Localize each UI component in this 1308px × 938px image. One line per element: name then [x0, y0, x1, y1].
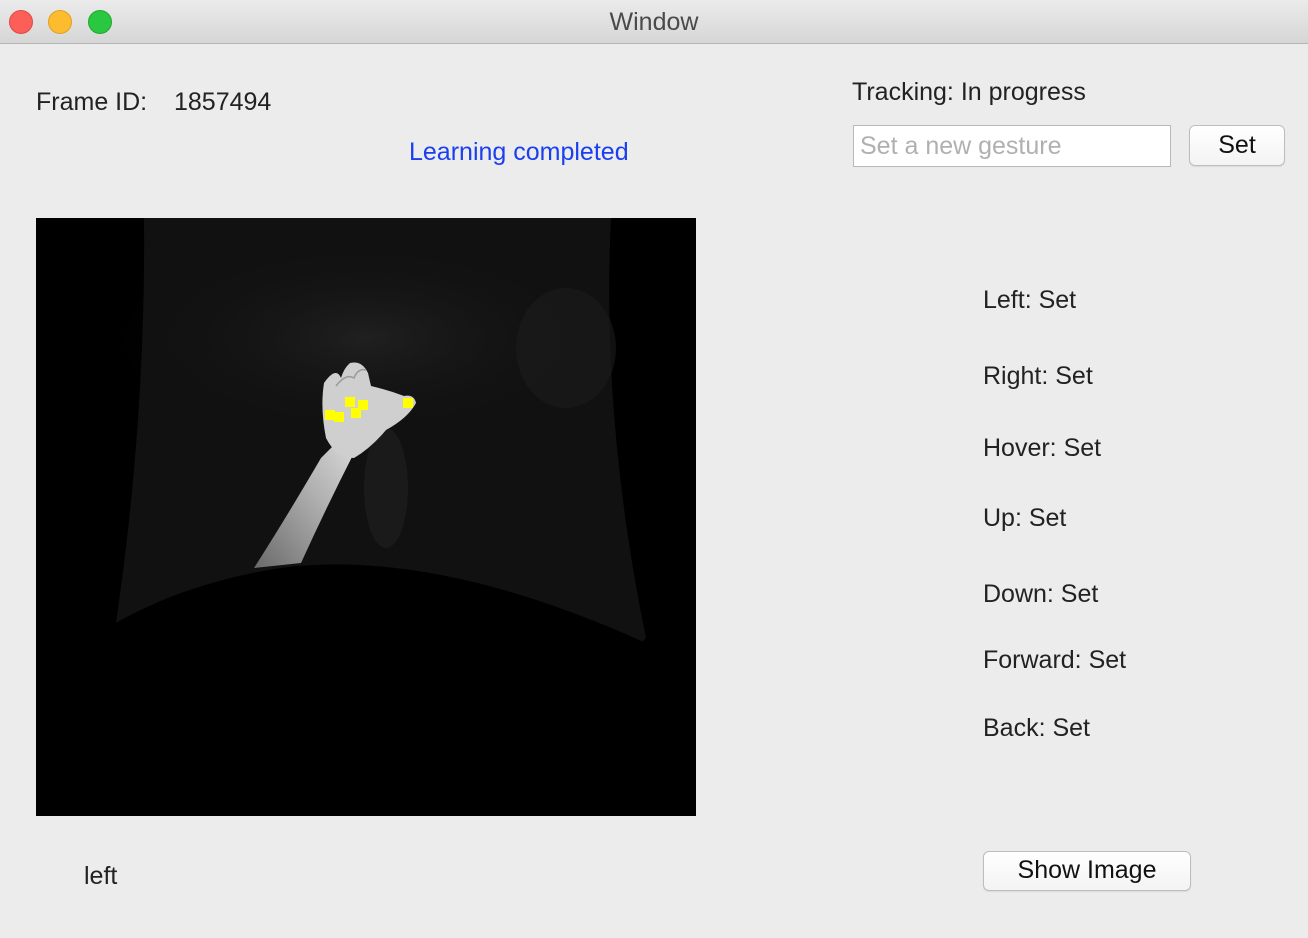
gesture-status-back: Back: Set	[983, 714, 1090, 742]
camera-view	[36, 218, 696, 816]
window-title: Window	[609, 8, 699, 36]
gesture-status-up: Up: Set	[983, 504, 1067, 532]
set-gesture-button[interactable]: Set	[1189, 125, 1285, 166]
frame-id-value: 1857494	[174, 88, 272, 116]
tracking-status: Tracking: In progress	[852, 78, 1086, 106]
gesture-status-forward: Forward: Set	[983, 646, 1127, 674]
gesture-status-down: Down: Set	[983, 580, 1099, 608]
detected-gesture-label: left	[84, 862, 118, 890]
new-gesture-input[interactable]	[853, 125, 1171, 167]
gesture-status-left: Left: Set	[983, 286, 1077, 314]
gesture-status-right: Right: Set	[983, 362, 1093, 390]
gesture-status-hover: Hover: Set	[983, 434, 1102, 462]
title-bar: Window	[0, 0, 1308, 44]
show-image-button[interactable]: Show Image	[983, 851, 1191, 891]
frame-id-label: Frame ID:	[36, 88, 148, 116]
infrared-hand-image	[36, 218, 696, 816]
learning-status: Learning completed	[409, 138, 629, 166]
